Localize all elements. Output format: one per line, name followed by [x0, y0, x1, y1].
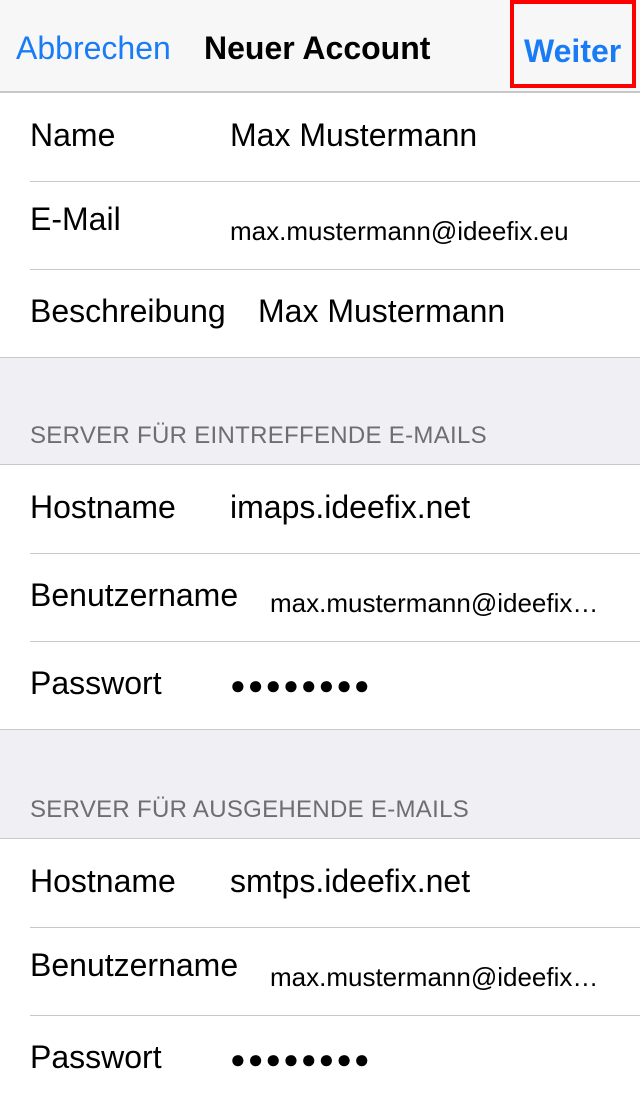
outgoing-server-group: Hostname smtps.ideefix.net Benutzername …	[0, 838, 640, 1103]
outgoing-username-row[interactable]: Benutzername max.mustermann@ideefix.eu	[0, 927, 640, 1015]
incoming-password-label: Passwort	[30, 665, 162, 701]
next-button-label: Weiter	[524, 33, 622, 69]
description-label: Beschreibung	[30, 293, 226, 329]
cancel-button[interactable]: Abbrechen	[16, 28, 171, 68]
incoming-hostname-field[interactable]: imaps.ideefix.net	[230, 487, 470, 527]
email-row[interactable]: E-Mail max.mustermann@ideefix.eu	[0, 181, 640, 269]
email-field[interactable]: max.mustermann@ideefix.eu	[230, 211, 569, 251]
incoming-server-header: SERVER FÜR EINTREFFENDE E-MAILS	[30, 422, 487, 449]
incoming-username-field[interactable]: max.mustermann@ideefix.eu	[270, 583, 602, 623]
outgoing-hostname-label: Hostname	[30, 863, 176, 899]
next-button[interactable]: Weiter	[510, 0, 636, 88]
outgoing-hostname-field[interactable]: smtps.ideefix.net	[230, 861, 470, 901]
name-label: Name	[30, 117, 116, 153]
incoming-username-row[interactable]: Benutzername max.mustermann@ideefix.eu	[0, 553, 640, 641]
incoming-username-label: Benutzername	[30, 577, 239, 613]
account-info-group: Name Max Mustermann E-Mail max.musterman…	[0, 92, 640, 358]
email-label: E-Mail	[30, 201, 121, 237]
incoming-server-group: Hostname imaps.ideefix.net Benutzername …	[0, 464, 640, 730]
outgoing-password-row[interactable]: Passwort ●●●●●●●●	[0, 1015, 640, 1103]
description-field[interactable]: Max Mustermann	[258, 291, 505, 331]
navigation-bar: Abbrechen Neuer Account Weiter	[0, 0, 640, 92]
incoming-password-row[interactable]: Passwort ●●●●●●●●	[0, 641, 640, 729]
incoming-hostname-row[interactable]: Hostname imaps.ideefix.net	[0, 465, 640, 553]
outgoing-password-field[interactable]: ●●●●●●●●	[230, 1039, 372, 1079]
outgoing-password-label: Passwort	[30, 1039, 162, 1075]
page-title: Neuer Account	[204, 30, 431, 66]
description-row[interactable]: Beschreibung Max Mustermann	[0, 269, 640, 357]
incoming-hostname-label: Hostname	[30, 489, 176, 525]
name-field[interactable]: Max Mustermann	[230, 115, 477, 155]
outgoing-username-field[interactable]: max.mustermann@ideefix.eu	[270, 957, 602, 997]
outgoing-hostname-row[interactable]: Hostname smtps.ideefix.net	[0, 839, 640, 927]
outgoing-username-label: Benutzername	[30, 947, 239, 983]
name-row[interactable]: Name Max Mustermann	[0, 93, 640, 181]
outgoing-server-header: SERVER FÜR AUSGEHENDE E-MAILS	[30, 796, 470, 823]
incoming-password-field[interactable]: ●●●●●●●●	[230, 665, 372, 705]
